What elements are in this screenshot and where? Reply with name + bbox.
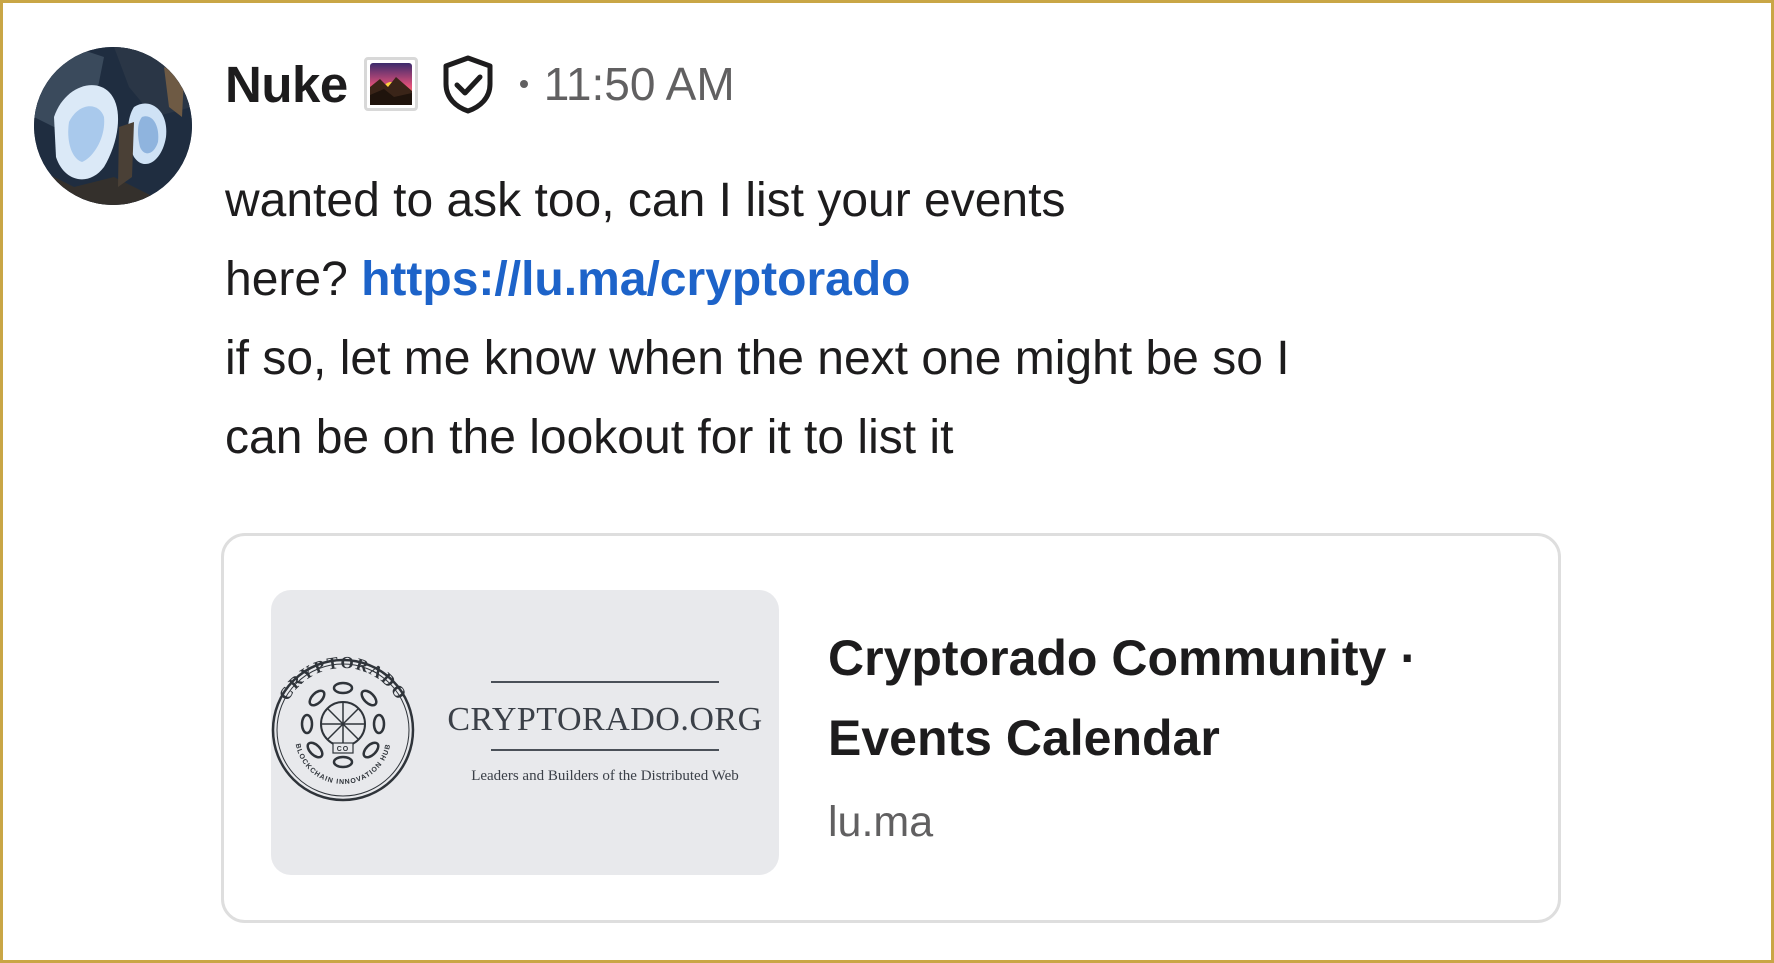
seal-center-text: CO — [337, 746, 350, 753]
message-body: wanted to ask too, can I list your event… — [225, 161, 1565, 477]
message-line: if so, let me know when the next one mig… — [225, 332, 1290, 385]
message-frame: Nuke 11:50 AM wanted to ask too, can I l… — [0, 0, 1774, 963]
message-text: here? — [225, 253, 348, 306]
message-line: wanted to ask too, can I list your event… — [225, 174, 1066, 227]
seal-top-text: CRYPTORADO — [275, 653, 411, 704]
avatar[interactable] — [34, 47, 192, 205]
shield-check-icon — [440, 54, 496, 114]
separator-dot — [519, 80, 528, 88]
link-preview-domain: lu.ma — [828, 798, 934, 846]
timestamp[interactable]: 11:50 AM — [544, 57, 735, 111]
sender-name[interactable]: Nuke — [225, 55, 348, 114]
link-preview-title-line: Events Calendar — [828, 710, 1220, 766]
link-preview-title[interactable]: Cryptorado Community · Events Calendar — [828, 618, 1528, 778]
logo-tagline: Leaders and Builders of the Distributed … — [471, 768, 739, 784]
avatar-image — [34, 47, 192, 205]
link-preview-card[interactable]: CRYPTORADO BLOCKCHAIN INNOVATION HUB CO … — [221, 533, 1561, 923]
message-line: can be on the lookout for it to list it — [225, 411, 954, 464]
sunrise-emoji-icon — [363, 57, 418, 111]
message-link[interactable]: https://lu.ma/cryptorado — [361, 253, 910, 306]
cryptorado-logo: CRYPTORADO BLOCKCHAIN INNOVATION HUB CO … — [271, 653, 762, 802]
message-line: here? https://lu.ma/cryptorado — [225, 240, 1565, 319]
link-preview-thumbnail[interactable]: CRYPTORADO BLOCKCHAIN INNOVATION HUB CO … — [271, 590, 779, 875]
link-preview-title-line: Cryptorado Community · — [828, 630, 1417, 686]
logo-org-name: CRYPTORADO.ORG — [447, 701, 762, 738]
message-header: Nuke 11:50 AM — [225, 49, 735, 119]
